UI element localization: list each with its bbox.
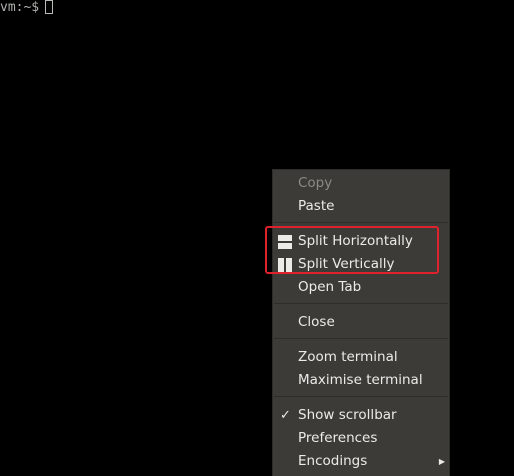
submenu-arrow-icon: ▶ <box>438 457 445 466</box>
menu-item-zoom-terminal-label: Zoom terminal <box>298 349 398 365</box>
menu-item-copy-label: Copy <box>298 175 333 191</box>
menu-item-encodings[interactable]: Encodings ▶ <box>273 450 449 473</box>
menu-separator <box>274 396 448 397</box>
menu-separator <box>274 338 448 339</box>
menu-item-paste-label: Paste <box>298 198 335 214</box>
split-vertical-icon <box>278 258 292 272</box>
menu-item-close[interactable]: Close <box>273 311 449 334</box>
menu-item-encodings-label: Encodings <box>298 453 368 469</box>
menu-item-open-tab-label: Open Tab <box>298 279 362 295</box>
menu-item-zoom-terminal[interactable]: Zoom terminal <box>273 346 449 369</box>
menu-item-maximise-terminal-label: Maximise terminal <box>298 372 423 388</box>
menu-item-split-vertically[interactable]: Split Vertically <box>273 253 449 276</box>
menu-separator <box>274 222 448 223</box>
menu-item-open-tab[interactable]: Open Tab <box>273 276 449 299</box>
menu-item-split-vertically-label: Split Vertically <box>298 256 395 272</box>
menu-item-close-label: Close <box>298 314 335 330</box>
menu-item-show-scrollbar[interactable]: ✓ Show scrollbar <box>273 404 449 427</box>
text-cursor <box>45 0 54 14</box>
menu-item-split-horizontally-label: Split Horizontally <box>298 233 413 249</box>
menu-item-paste[interactable]: Paste <box>273 195 449 218</box>
shell-prompt: vm:~$ <box>0 0 40 15</box>
split-horizontal-icon <box>278 235 292 249</box>
menu-separator <box>274 303 448 304</box>
checkmark-icon: ✓ <box>280 408 291 423</box>
menu-item-preferences-label: Preferences <box>298 430 378 446</box>
menu-item-preferences[interactable]: Preferences <box>273 427 449 450</box>
terminal-context-menu: Copy Paste Split Horizontally Split Vert… <box>272 169 450 476</box>
prompt-line: vm:~$ <box>0 0 54 16</box>
menu-item-split-horizontally[interactable]: Split Horizontally <box>273 230 449 253</box>
menu-item-maximise-terminal[interactable]: Maximise terminal <box>273 369 449 392</box>
menu-item-copy[interactable]: Copy <box>273 172 449 195</box>
menu-item-show-scrollbar-label: Show scrollbar <box>298 407 397 423</box>
